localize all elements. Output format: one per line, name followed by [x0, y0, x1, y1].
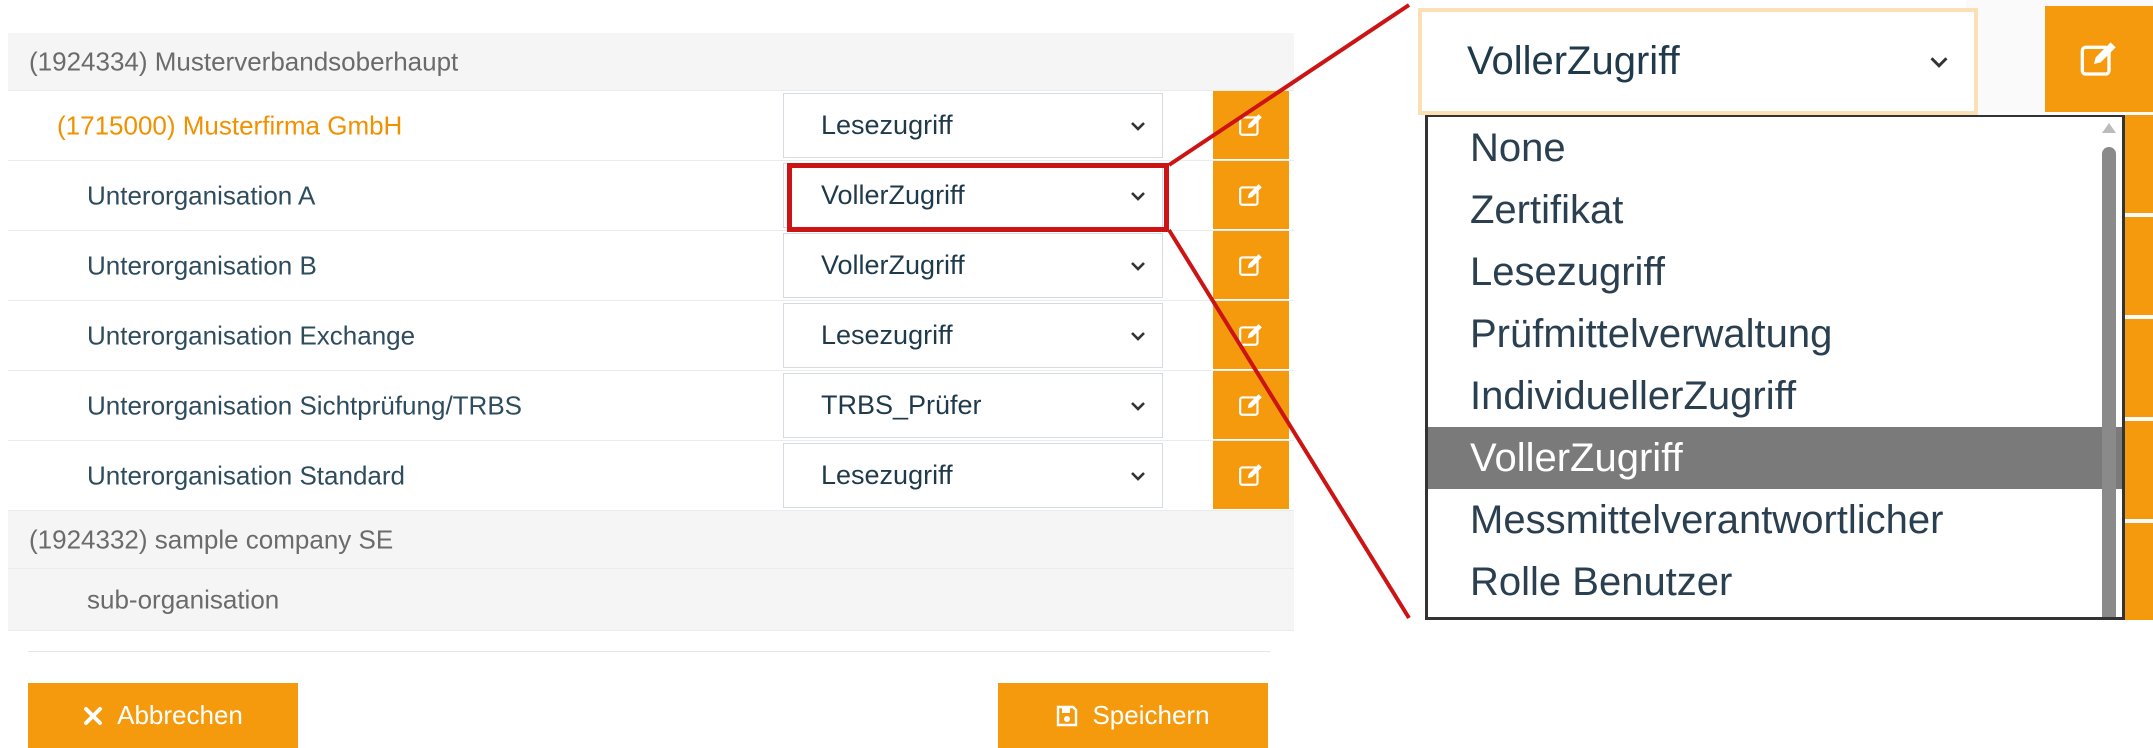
dropdown-option[interactable]: None: [1428, 117, 2122, 179]
floppy-disk-icon: [1056, 705, 1078, 727]
edit-button[interactable]: [1213, 91, 1289, 159]
permission-select-value: VollerZugriff: [1467, 39, 1680, 83]
save-button-label: Speichern: [1092, 700, 1210, 730]
edit-icon: [1239, 324, 1262, 346]
sub-org-name: Unterorganisation Standard: [87, 460, 405, 490]
dropdown-option[interactable]: Rolle Benutzer: [1428, 551, 2122, 613]
dropdown-option[interactable]: IndividuellerZugriff: [1428, 365, 2122, 427]
permission-select-value: TRBS_Prüfer: [821, 390, 982, 420]
org-name[interactable]: (1715000) Musterfirma GmbH: [57, 110, 402, 141]
divider: [28, 651, 1270, 652]
save-button[interactable]: Speichern: [998, 683, 1268, 748]
edit-icon: [1239, 464, 1262, 486]
sub-org-row: Unterorganisation B VollerZugriff: [8, 231, 1294, 301]
permission-select-value: Lesezugriff: [821, 110, 953, 140]
org-row: (1715000) Musterfirma GmbH Lesezugriff: [8, 91, 1294, 161]
company-row: (1924334) Musterverbandsoberhaupt: [8, 33, 1294, 91]
organisation-tree: (1924334) Musterverbandsoberhaupt (17150…: [8, 33, 1294, 631]
sub-org-name: Unterorganisation A: [87, 180, 316, 210]
chevron-down-icon: [1131, 261, 1145, 271]
sub-org-row: Unterorganisation Exchange Lesezugriff: [8, 301, 1294, 371]
permission-select[interactable]: VollerZugriff: [783, 233, 1163, 298]
dropdown-option[interactable]: Messmittelverantwortlicher: [1428, 489, 2122, 551]
edit-button[interactable]: [1213, 301, 1289, 369]
chevron-down-icon: [1930, 56, 1948, 68]
sub-org-row: Unterorganisation Sichtprüfung/TRBS TRBS…: [8, 371, 1294, 441]
permission-select[interactable]: Lesezugriff: [783, 93, 1163, 158]
permission-select-value: VollerZugriff: [821, 250, 965, 280]
permission-select[interactable]: TRBS_Prüfer: [783, 373, 1163, 438]
chevron-down-icon: [1131, 471, 1145, 481]
cancel-button-label: Abbrechen: [117, 700, 243, 730]
edit-icon: [1239, 394, 1262, 416]
sub-org-name: Unterorganisation Sichtprüfung/TRBS: [87, 390, 523, 420]
edit-button[interactable]: [1213, 441, 1289, 509]
sub-org-name: Unterorganisation Exchange: [87, 320, 416, 350]
edit-icon: [1239, 254, 1262, 276]
dropdown-option[interactable]: Zertifikat: [1428, 179, 2122, 241]
highlight-box: [787, 163, 1169, 232]
sub-org-row: sub-organisation: [8, 569, 1294, 631]
company-name: (1924332) sample company SE: [29, 524, 394, 554]
permission-select[interactable]: Lesezugriff: [783, 303, 1163, 368]
permission-select-zoomed[interactable]: VollerZugriff: [1418, 8, 1978, 115]
edit-button[interactable]: [1213, 371, 1289, 439]
permission-select[interactable]: Lesezugriff: [783, 443, 1163, 508]
permission-dropdown-list[interactable]: None Zertifikat Lesezugriff Prüfmittelve…: [1425, 115, 2125, 620]
permission-select-value: Lesezugriff: [821, 320, 953, 350]
permission-select-value: Lesezugriff: [821, 460, 953, 490]
edit-icon: [2080, 42, 2116, 76]
edit-icon: [1239, 184, 1262, 206]
edit-button[interactable]: [2045, 6, 2153, 112]
chevron-down-icon: [1131, 331, 1145, 341]
scroll-up-arrow-icon[interactable]: [2102, 123, 2116, 133]
company-name: (1924334) Musterverbandsoberhaupt: [29, 46, 459, 76]
chevron-down-icon: [1131, 401, 1145, 411]
company-row: (1924332) sample company SE: [8, 511, 1294, 569]
scrollbar-thumb[interactable]: [2102, 147, 2116, 617]
chevron-down-icon: [1131, 121, 1145, 131]
dropdown-option[interactable]: Prüfmittelverwaltung: [1428, 303, 2122, 365]
dropdown-option-selected[interactable]: VollerZugriff: [1428, 427, 2122, 489]
edit-button[interactable]: [1213, 231, 1289, 299]
sub-org-row: Unterorganisation Standard Lesezugriff: [8, 441, 1294, 511]
sub-org-name: Unterorganisation B: [87, 250, 317, 280]
edit-icon: [1239, 114, 1262, 136]
dropdown-option[interactable]: Lesezugriff: [1428, 241, 2122, 303]
sub-org-name: sub-organisation: [87, 584, 280, 614]
zoom-callout: VollerZugriff None Zertifikat Lesezugrif…: [1405, 0, 2153, 620]
close-icon: [83, 706, 103, 726]
edit-button[interactable]: [1213, 161, 1289, 229]
cancel-button[interactable]: Abbrechen: [28, 683, 298, 748]
